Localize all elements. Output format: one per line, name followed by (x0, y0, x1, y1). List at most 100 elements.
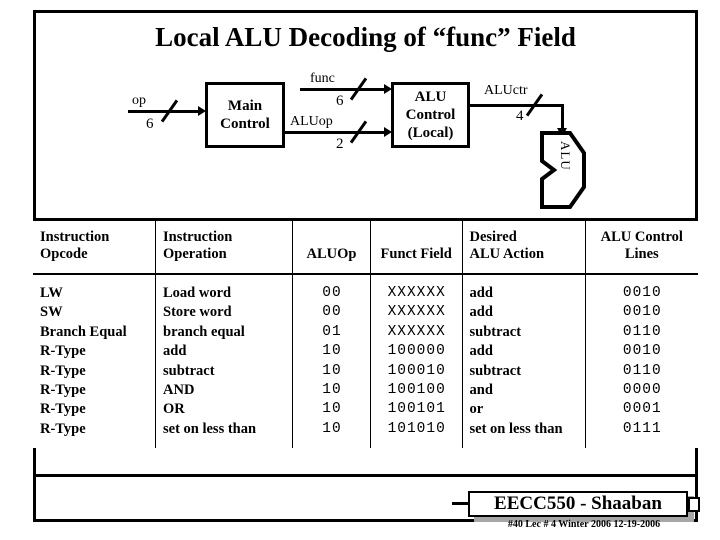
alu-control-table: Instruction Opcode Instruction Operation… (33, 218, 698, 449)
cell-opcode-value: SW (40, 304, 63, 321)
aluop-signal-label: ALUop (290, 114, 333, 129)
table-header-row: Instruction Opcode Instruction Operation… (33, 218, 698, 275)
func-bitwidth-label: 6 (336, 93, 344, 109)
table-header: Instruction Opcode Instruction Operation… (33, 218, 698, 275)
cell-lines-value: 0111 (622, 420, 662, 437)
cell-funct-value: XXXXXX (387, 285, 446, 301)
spacer-cell (33, 274, 156, 284)
cell-aluop-value: 10 (322, 420, 342, 437)
spacer-cell (462, 439, 586, 449)
col-header-funct-field: Funct Field (370, 218, 463, 275)
cell-action-value: add (469, 304, 493, 321)
cell-funct-value: 100101 (387, 401, 446, 418)
func-wire (300, 88, 388, 91)
cell-operation: Load word Store word branch equal add su… (155, 284, 294, 440)
main-control-block: Main Control (205, 82, 285, 148)
main-control-label-line1: Main (227, 98, 263, 114)
cell-funct-value: 100100 (387, 382, 446, 399)
table-spacer-row (33, 274, 698, 284)
cell-aluop-value: 10 (322, 382, 342, 399)
cell-opcode-value: LW (40, 285, 63, 301)
cell-opcode-value: R-Type (40, 343, 86, 360)
cell-lines-value: 0010 (622, 285, 662, 301)
cell-opcode-value: R-Type (40, 382, 86, 399)
alu-control-label-line2: Control (405, 107, 456, 123)
main-control-label-line2: Control (220, 116, 270, 132)
cell-lines-value: 0110 (622, 362, 662, 379)
alu-control-label-line3: (Local) (407, 125, 454, 141)
spacer-cell (370, 439, 463, 449)
op-signal-label: op (132, 93, 146, 108)
cell-lines-value: 0000 (622, 382, 662, 399)
cell-action-value: and (469, 382, 493, 399)
cell-funct-value: 100000 (387, 343, 446, 360)
cell-aluop-value: 00 (322, 304, 342, 321)
footer-tab (688, 497, 700, 512)
cell-action-value: set on less than (469, 420, 563, 437)
cell-aluop-value: 00 (322, 285, 342, 301)
footer-subline: #40 Lec # 4 Winter 2006 12-19-2006 (507, 519, 661, 530)
cell-operation-value: set on less than (163, 420, 257, 437)
cell-action-value: subtract (469, 362, 522, 379)
slide-canvas: Local ALU Decoding of “func” Field op 6 … (0, 0, 720, 540)
op-wire (128, 110, 200, 113)
col-header-alu-control-lines: ALU Control Lines (585, 218, 698, 275)
spacer-cell (585, 274, 698, 284)
cell-aluop: 00 00 01 10 10 10 10 10 (292, 284, 371, 440)
spacer-cell (155, 274, 294, 284)
cell-funct-value: XXXXXX (387, 323, 446, 340)
cell-action: add add subtract add subtract and or set… (462, 284, 586, 440)
cell-opcode: LW SW Branch Equal R-Type R-Type R-Type … (33, 284, 156, 440)
spacer-cell (585, 439, 698, 449)
col-header-aluop: ALUOp (292, 218, 371, 275)
cell-aluop-value: 01 (322, 323, 342, 340)
spacer-cell (33, 439, 156, 449)
cell-opcode-value: Branch Equal (40, 323, 127, 340)
cell-action-value: subtract (469, 323, 522, 340)
cell-funct-value: 101010 (387, 420, 446, 437)
cell-lines-value: 0010 (622, 304, 662, 321)
cell-aluop-value: 10 (322, 343, 342, 360)
table-row: LW SW Branch Equal R-Type R-Type R-Type … (33, 284, 698, 440)
cell-operation-value: subtract (163, 362, 215, 379)
cell-opcode-value: R-Type (40, 420, 86, 437)
cell-action-value: or (469, 401, 484, 418)
alu-decoding-diagram: op 6 Main Control func 6 ALUop 2 ALU Con… (0, 0, 720, 215)
op-bitwidth-label: 6 (146, 116, 154, 132)
aluctr-signal-label: ALUctr (484, 83, 528, 98)
aluop-bitwidth-label: 2 (336, 136, 344, 152)
footer-course-badge: EECC550 - Shaaban (468, 491, 688, 517)
cell-aluop-value: 10 (322, 401, 342, 418)
spacer-cell (292, 274, 371, 284)
cell-funct-value: XXXXXX (387, 304, 446, 321)
alu-shape-label: ALU (558, 141, 573, 171)
cell-lines-value: 0110 (622, 323, 662, 340)
cell-action-value: add (469, 285, 493, 301)
cell-operation-value: Store word (163, 304, 232, 321)
aluctr-bitwidth-label: 4 (516, 108, 524, 124)
aluop-wire (283, 131, 388, 134)
spacer-cell (370, 274, 463, 284)
table-body: LW SW Branch Equal R-Type R-Type R-Type … (33, 274, 698, 449)
alu-control-table-wrapper: Instruction Opcode Instruction Operation… (33, 218, 698, 449)
cell-operation-value: AND (163, 382, 195, 399)
table-spacer-row (33, 439, 698, 449)
alu-control-label-line1: ALU (414, 89, 447, 105)
cell-funct-value: 100010 (387, 362, 446, 379)
cell-lines-value: 0010 (622, 343, 662, 360)
cell-lines-value: 0001 (622, 401, 662, 418)
cell-operation-value: Load word (163, 285, 232, 301)
cell-aluop-value: 10 (322, 362, 342, 379)
spacer-cell (155, 439, 294, 449)
cell-opcode-value: R-Type (40, 401, 86, 418)
spacer-cell (292, 439, 371, 449)
cell-operation-value: OR (163, 401, 185, 418)
cell-operation-value: add (163, 343, 187, 360)
cell-operation-value: branch equal (163, 323, 245, 340)
col-header-instruction-operation: Instruction Operation (155, 218, 294, 275)
col-header-desired-alu-action: Desired ALU Action (462, 218, 586, 275)
aluctr-wire-horizontal (468, 104, 564, 107)
cell-action-value: add (469, 343, 493, 360)
cell-opcode-value: R-Type (40, 362, 86, 379)
func-signal-label: func (310, 71, 335, 86)
